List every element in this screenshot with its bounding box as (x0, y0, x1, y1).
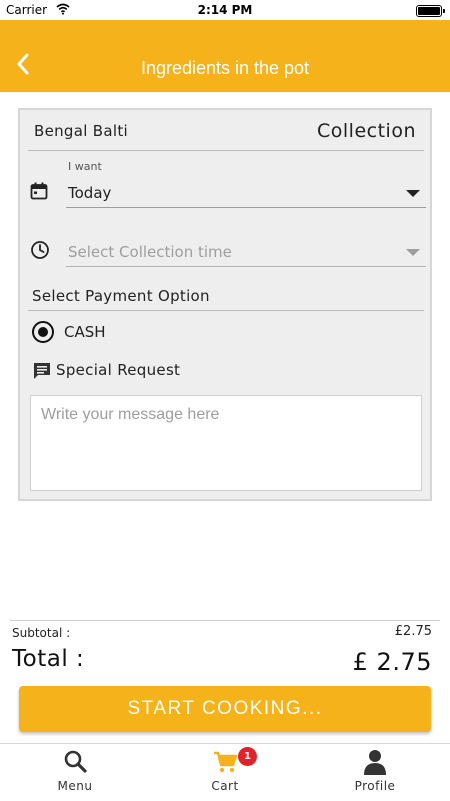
tab-profile-label: Profile (354, 779, 396, 793)
search-icon (64, 750, 87, 773)
profile-icon (364, 750, 386, 775)
dropdown-arrow-icon (406, 249, 420, 256)
special-request-label: Special Request (56, 361, 181, 379)
collection-time-dropdown[interactable]: Select Collection time (66, 237, 426, 267)
cart-icon (214, 751, 237, 773)
special-request-input[interactable] (30, 395, 422, 491)
i-want-label: I want (68, 160, 102, 173)
cart-badge: 1 (238, 747, 257, 766)
start-cooking-button[interactable]: START COOKING... (19, 686, 431, 732)
divider (28, 150, 424, 151)
cash-radio[interactable] (32, 321, 54, 343)
tab-menu[interactable]: Menu (0, 744, 150, 801)
tab-menu-label: Menu (57, 779, 93, 793)
day-dropdown[interactable]: Today (66, 178, 426, 208)
clock-icon (31, 241, 49, 259)
order-card: Bengal Balti Collection I want Today Sel… (18, 108, 432, 501)
battery-icon (416, 5, 445, 17)
message-icon (34, 363, 50, 379)
total-label: Total : (12, 646, 85, 672)
tab-cart-label: Cart (211, 779, 239, 793)
page-title: Ingredients in the pot (140, 58, 310, 78)
dropdown-arrow-icon (406, 190, 420, 197)
subtotal-label: Subtotal : (12, 626, 71, 640)
bottom-tab-bar: Menu 1 Cart Profile (0, 743, 450, 800)
restaurant-name: Bengal Balti (34, 122, 128, 140)
order-mode: Collection (317, 120, 416, 142)
time-underline (66, 266, 426, 267)
total-value: £ 2.75 (352, 648, 432, 676)
subtotal-value: £2.75 (394, 624, 432, 639)
clock-time: 2:14 PM (197, 3, 253, 17)
status-bar: Carrier 2:14 PM (0, 0, 450, 20)
day-underline (66, 207, 426, 208)
calendar-icon (30, 182, 48, 200)
divider (28, 310, 424, 311)
app-header: Ingredients in the pot (0, 20, 450, 92)
cash-label[interactable]: CASH (64, 323, 106, 341)
day-value: Today (68, 184, 112, 202)
payment-option-label: Select Payment Option (32, 287, 210, 305)
collection-time-placeholder: Select Collection time (68, 243, 232, 261)
totals-divider (10, 620, 440, 621)
tab-profile[interactable]: Profile (300, 744, 450, 801)
tab-cart[interactable]: 1 Cart (150, 744, 300, 801)
